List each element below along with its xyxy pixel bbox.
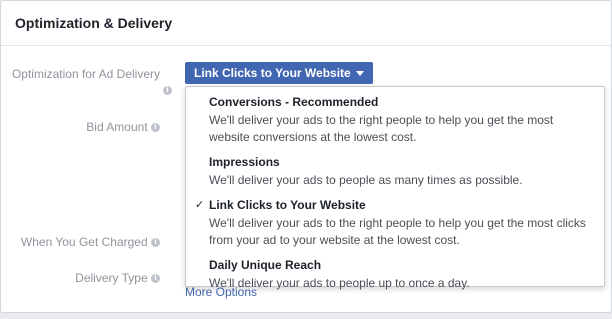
label-when-charged: When You Get Charged i [21, 235, 160, 249]
panel-header: Optimization & Delivery [1, 1, 611, 46]
optimization-dropdown-button[interactable]: Link Clicks to Your Website [185, 62, 373, 84]
info-icon[interactable]: i [151, 238, 160, 248]
info-icon[interactable]: i [163, 86, 172, 95]
label-delivery-type: Delivery Type i [75, 271, 160, 285]
option-title: Conversions - Recommended [209, 95, 379, 109]
option-title: Link Clicks to Your Website [209, 198, 366, 212]
label-bid-amount: Bid Amount i [86, 120, 160, 134]
option-title: Daily Unique Reach [209, 258, 322, 272]
option-daily-unique-reach[interactable]: Daily Unique Reach We'll deliver your ad… [186, 258, 604, 292]
optimization-button-label: Link Clicks to Your Website [194, 66, 351, 80]
option-link-clicks[interactable]: ✓ Link Clicks to Your Website We'll deli… [186, 198, 604, 249]
label-optimization: Optimization for Ad Delivery [11, 67, 160, 81]
option-description: We'll deliver your ads to the right peop… [209, 113, 554, 144]
option-title: Impressions [209, 155, 280, 169]
caret-down-icon [355, 70, 364, 76]
option-conversions[interactable]: Conversions - Recommended We'll deliver … [186, 95, 604, 146]
option-description: We'll deliver your ads to people as many… [209, 173, 523, 187]
option-impressions[interactable]: Impressions We'll deliver your ads to pe… [186, 155, 604, 189]
section-title: Optimization & Delivery [15, 15, 173, 31]
option-description: We'll deliver your ads to the right peop… [209, 216, 586, 247]
checkmark-icon: ✓ [195, 198, 205, 211]
optimization-dropdown-menu: Conversions - Recommended We'll deliver … [185, 86, 605, 290]
info-icon[interactable]: i [151, 274, 160, 284]
option-description: We'll deliver your ads to people up to o… [209, 276, 470, 290]
info-icon[interactable]: i [151, 123, 160, 133]
